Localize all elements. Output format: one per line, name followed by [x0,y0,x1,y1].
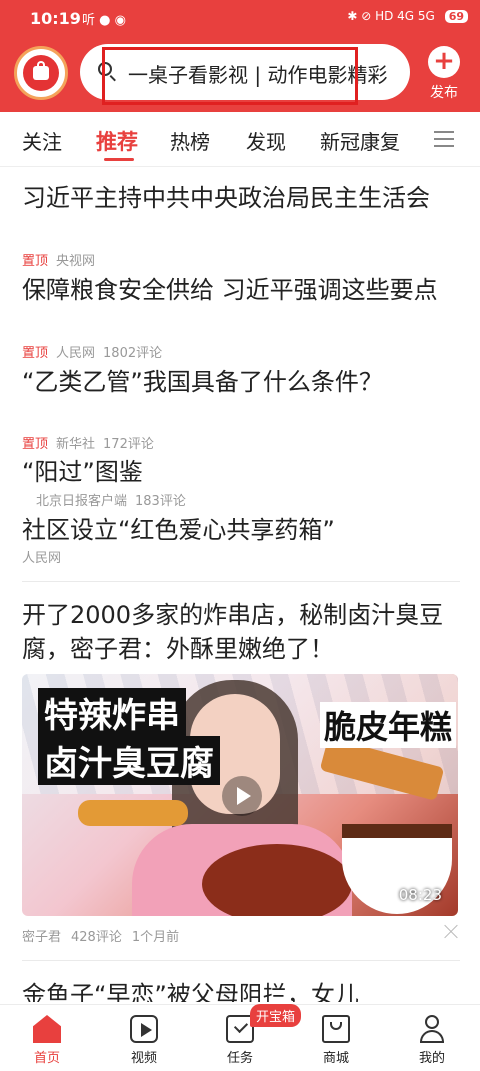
nav-me[interactable]: 我的 [397,1011,467,1066]
news-headline[interactable]: 习近平主持中共中央政治局民主生活会 [22,182,462,215]
next-article-title[interactable]: 金鱼子“早恋”被父母阻拦，女儿 [22,978,462,1002]
divider [22,581,460,582]
nav-video[interactable]: 视频 [109,1011,179,1066]
news-meta: 人民网 [22,547,69,566]
thumbnail-caption: 卤汁臭豆腐 [38,736,220,785]
home-icon [33,1015,61,1043]
video-thumbnail[interactable]: 特辣炸串 卤汁臭豆腐 脆皮年糕 08:23 [22,674,458,916]
news-meta: 置顶 新华社 172评论 [22,433,154,452]
news-comments: 1802评论 [103,346,163,361]
nav-label: 商城 [322,1051,349,1066]
article-meta: 密子君 428评论 1个月前 [22,926,189,945]
user-icon [418,1015,446,1043]
news-headline[interactable]: “乙类乙管”我国具备了什么条件？ [22,366,462,399]
tab-follow[interactable]: 关注 [22,126,62,155]
plus-icon: + [428,46,460,78]
status-indicator-icons: ✱ ⊘ HD 4G 5G [347,9,435,23]
article-title[interactable]: 开了2000多家的炸串店，秘制卤汁臭豆腐，密子君：外酥里嫩绝了！ [22,598,462,666]
tab-covid-recovery[interactable]: 新冠康复 [320,126,400,155]
red-envelope-icon [23,55,59,91]
bottom-nav: 首页 视频 任务 商城 我的 [0,1004,480,1071]
nav-label: 视频 [130,1051,157,1066]
news-headline[interactable]: “阳过”图鉴 [22,456,462,489]
news-source: 北京日报客户端 [36,494,128,509]
tab-hot[interactable]: 热榜 [170,126,210,155]
pinned-badge: 置顶 [22,346,49,361]
news-source: 新华社 [56,437,96,452]
thumbnail-caption: 特辣炸串 [38,688,186,737]
nav-label: 首页 [33,1051,60,1066]
shopping-bag-icon [322,1015,350,1043]
publish-button[interactable]: + 发布 [424,46,464,102]
nav-home[interactable]: 首页 [12,1011,82,1066]
news-source: 央视网 [56,254,96,269]
article-time: 1个月前 [131,930,180,945]
highlight-box [102,47,358,105]
status-right-icons: ✱ ⊘ HD 4G 5G 69 [347,9,468,23]
news-headline[interactable]: 社区设立“红色爱心共享药箱” [22,514,462,547]
video-duration: 08:23 [398,886,442,904]
news-meta: 北京日报客户端 183评论 [36,490,186,509]
nav-label: 任务 [226,1051,253,1066]
pinned-badge: 置顶 [22,437,49,452]
nav-mall[interactable]: 商城 [301,1011,371,1066]
news-source: 人民网 [22,551,62,566]
tab-indicator [104,158,134,161]
pinned-badge: 置顶 [22,254,49,269]
channel-tabs: 关注 推荐 热榜 发现 新冠康复 [0,112,480,167]
publish-label: 发布 [430,85,458,101]
menu-icon[interactable] [434,131,454,147]
news-headline[interactable]: 保障粮食安全供给 习近平强调这些要点 [22,274,462,307]
news-comments: 183评论 [135,494,186,509]
treasure-box-badge[interactable]: 开宝箱 [250,1004,302,1027]
status-bar: 10:19 听 ● ◉ ✱ ⊘ HD 4G 5G 69 [0,0,480,36]
news-meta: 置顶 人民网 1802评论 [22,342,162,361]
status-time: 10:19 [30,9,81,28]
news-comments: 172评论 [103,437,154,452]
news-source: 人民网 [56,346,96,361]
play-icon[interactable] [222,776,262,816]
tab-recommend[interactable]: 推荐 [96,126,138,156]
divider [22,960,460,961]
article-author: 密子君 [22,930,62,945]
video-icon [130,1015,158,1043]
dismiss-icon[interactable] [442,924,458,940]
status-left-icons: 听 ● ◉ [82,13,126,28]
tab-discover[interactable]: 发现 [246,126,286,155]
news-meta: 置顶 央视网 [22,250,103,269]
battery-icon: 69 [444,10,468,23]
avatar[interactable] [14,46,68,100]
thumbnail-caption: 脆皮年糕 [320,702,457,748]
nav-label: 我的 [418,1051,445,1066]
article-comments: 428评论 [71,930,122,945]
